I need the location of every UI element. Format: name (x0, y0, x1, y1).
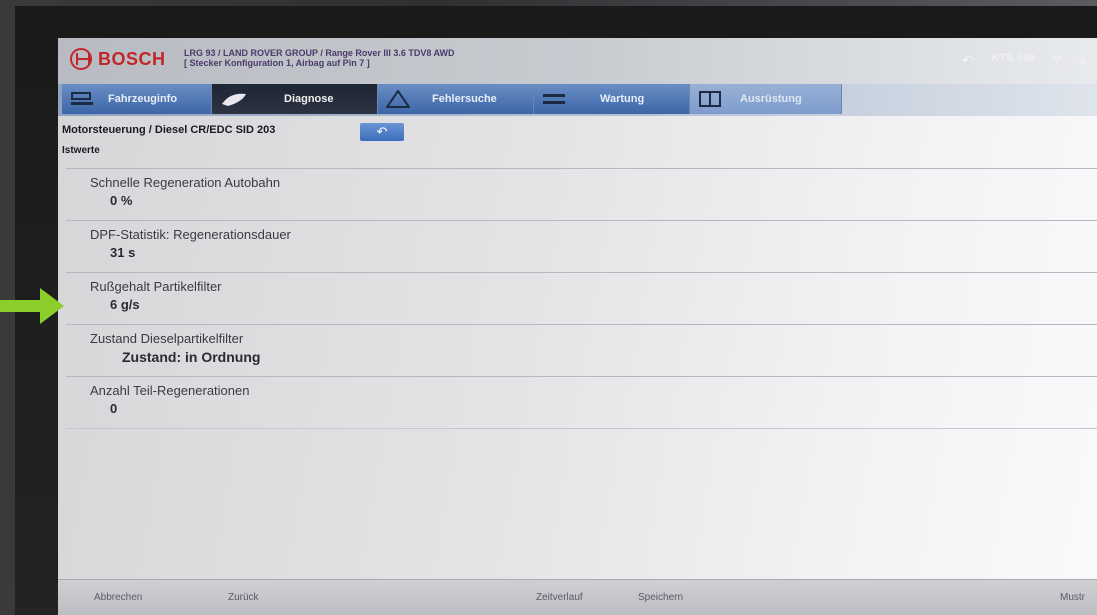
stethoscope-icon (220, 90, 246, 108)
tab-bar: Fahrzeuginfo Diagnose Fehlersuche Wartun… (58, 84, 1097, 116)
value-label: Schnelle Regeneration Autobahn (90, 175, 281, 190)
tab-diagnose[interactable]: Diagnose (212, 84, 378, 114)
empty-row (66, 428, 1097, 478)
tab-ausruestung[interactable]: Ausrüstung (690, 84, 842, 114)
bosch-logo-icon (70, 48, 92, 70)
wrench-icon (542, 90, 566, 108)
tab-label: Ausrüstung (740, 93, 802, 105)
list-item[interactable]: DPF-Statistik: Regenerationsdauer 31 s (66, 220, 1097, 270)
list-item[interactable]: Zustand Dieselpartikelfilter Zustand: in… (66, 324, 1097, 374)
section-title: Istwerte (62, 145, 100, 156)
book-icon (698, 90, 722, 108)
diagnostic-screen: BOSCH LRG 93 / LAND ROVER GROUP / Range … (58, 38, 1097, 615)
value-label: Anzahl Teil-Regenerationen (90, 383, 250, 398)
annotation-arrow-icon (0, 288, 64, 324)
save-button[interactable]: Speichern (638, 592, 683, 603)
actual-values-list: Schnelle Regeneration Autobahn 0 % DPF-S… (66, 168, 1097, 571)
back-footer-button[interactable]: Zurück (228, 592, 259, 603)
bottom-toolbar: Abbrechen Zurück Zeitverlauf Speichern M… (58, 579, 1097, 615)
help-icon[interactable]: ? (1053, 52, 1061, 69)
tab-wartung[interactable]: Wartung (534, 84, 690, 114)
breadcrumb: Motorsteuerung / Diesel CR/EDC SID 203 (62, 124, 276, 136)
connector-config: [ Stecker Konfiguration 1, Airbag auf Pi… (184, 58, 370, 68)
list-item[interactable]: Anzahl Teil-Regenerationen 0 (66, 376, 1097, 426)
back-button[interactable]: ↶ (360, 123, 404, 141)
kts-device-label: KTS 540 (991, 52, 1036, 64)
value-label: Zustand Dieselpartikelfilter (90, 331, 244, 346)
tab-fehlersuche[interactable]: Fehlersuche (378, 84, 534, 114)
abort-button[interactable]: Abbrechen (94, 592, 142, 603)
value-reading: 31 s (110, 245, 136, 260)
tab-label: Diagnose (284, 93, 334, 105)
brand-name: BOSCH (98, 49, 166, 69)
list-item[interactable]: Rußgehalt Partikelfilter 6 g/s (66, 272, 1097, 322)
title-bar: BOSCH LRG 93 / LAND ROVER GROUP / Range … (58, 38, 1097, 84)
back-arrow-icon: ↶ (376, 124, 388, 139)
car-lift-icon (70, 90, 94, 108)
tab-fahrzeuginfo[interactable]: Fahrzeuginfo (62, 84, 212, 114)
top-right-controls: ↶ KTS 540 ? ≡ (962, 52, 1087, 69)
value-reading: Zustand: in Ordnung (122, 349, 261, 365)
value-reading: 6 g/s (110, 297, 140, 312)
warning-triangle-icon (385, 89, 411, 108)
tab-label: Fahrzeuginfo (108, 93, 178, 105)
value-label: Rußgehalt Partikelfilter (90, 279, 222, 294)
tab-label: Fehlersuche (432, 93, 497, 105)
tab-label: Wartung (600, 93, 645, 105)
more-button[interactable]: Mustr (1060, 592, 1085, 603)
value-label: DPF-Statistik: Regenerationsdauer (90, 227, 291, 242)
value-reading: 0 (110, 401, 118, 416)
list-item[interactable]: Schnelle Regeneration Autobahn 0 % (66, 168, 1097, 218)
timeline-button[interactable]: Zeitverlauf (536, 592, 583, 603)
value-reading: 0 % (110, 193, 133, 208)
menu-icon[interactable]: ≡ (1079, 52, 1087, 69)
undo-arrow-icon[interactable]: ↶ (962, 52, 974, 69)
vehicle-info: LRG 93 / LAND ROVER GROUP / Range Rover … (184, 48, 455, 58)
